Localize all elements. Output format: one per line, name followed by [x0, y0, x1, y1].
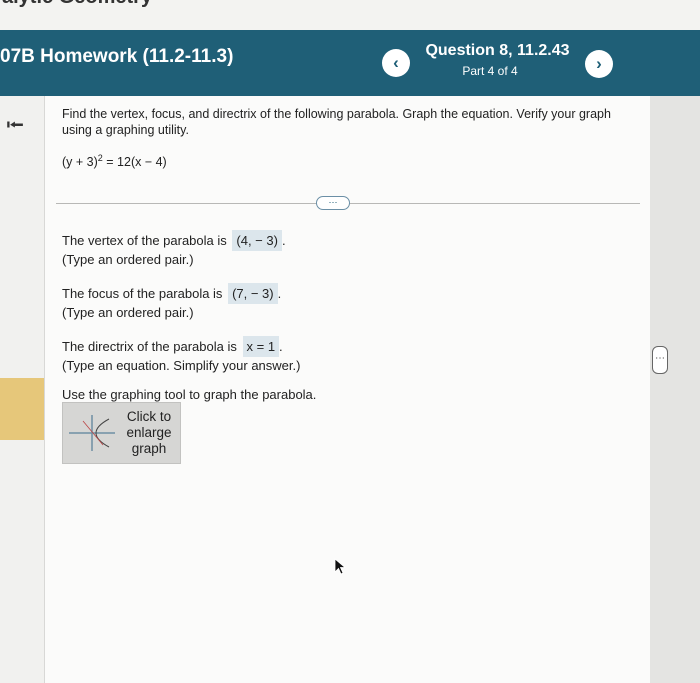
- previous-question-button[interactable]: ‹: [382, 49, 410, 77]
- focus-prefix: The focus of the parabola is: [62, 286, 223, 301]
- assignment-title: 07B Homework (11.2-11.3): [0, 46, 234, 67]
- vertex-statement: The vertex of the parabola is (4, − 3).: [62, 230, 286, 251]
- enlarge-graph-label: Click to enlarge graph: [126, 409, 172, 456]
- equation-rhs: = 12(x − 4): [102, 155, 167, 170]
- question-title: Question 8, 11.2.43: [425, 42, 570, 59]
- collapse-back-icon[interactable]: ⭰: [6, 108, 24, 149]
- graph-instruction: Use the graphing tool to graph the parab…: [62, 387, 317, 402]
- directrix-statement: The directrix of the parabola is x = 1.: [62, 336, 283, 357]
- sidebar-highlight: [0, 378, 44, 440]
- focus-statement: The focus of the parabola is (7, − 3).: [62, 283, 281, 304]
- vertex-prefix: The vertex of the parabola is: [62, 233, 227, 248]
- focus-answer-box[interactable]: (7, − 3): [228, 283, 278, 304]
- equation-lhs: (y + 3): [62, 155, 98, 170]
- vertex-hint: (Type an ordered pair.): [62, 252, 194, 267]
- focus-hint: (Type an ordered pair.): [62, 305, 194, 320]
- graph-thumbnail-icon: [69, 415, 115, 451]
- more-options-vertical-button[interactable]: ⋯: [652, 346, 668, 374]
- show-more-button[interactable]: ⋯: [316, 196, 350, 210]
- right-panel-strip: [650, 96, 700, 683]
- next-question-button[interactable]: ›: [585, 50, 613, 78]
- course-title-partial: alytic Geometry: [2, 0, 152, 9]
- enlarge-graph-button[interactable]: Click to enlarge graph: [62, 402, 181, 464]
- directrix-prefix: The directrix of the parabola is: [62, 339, 237, 354]
- page-title-strip: alytic Geometry: [0, 0, 700, 30]
- question-equation: (y + 3)2 = 12(x − 4): [62, 153, 167, 169]
- directrix-answer-box[interactable]: x = 1: [242, 336, 280, 357]
- mouse-cursor-icon: [334, 558, 347, 575]
- question-part-indicator: Part 4 of 4: [462, 64, 518, 78]
- vertex-answer-box[interactable]: (4, − 3): [232, 230, 282, 251]
- question-text: Find the vertex, focus, and directrix of…: [62, 107, 611, 137]
- header-bar: 07B Homework (11.2-11.3) ‹ Question 8, 1…: [0, 30, 700, 96]
- directrix-hint: (Type an equation. Simplify your answer.…: [62, 358, 301, 373]
